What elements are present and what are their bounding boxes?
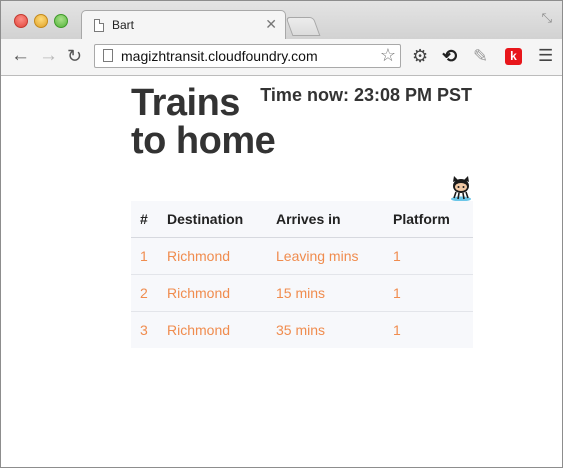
close-window-button[interactable] (14, 14, 28, 28)
tab-close-icon[interactable]: ✕ (265, 16, 277, 33)
table-row: 2 Richmond 15 mins 1 (131, 274, 473, 312)
header-platform: Platform (384, 201, 473, 238)
forward-button[interactable]: → (39, 45, 58, 67)
cell-number: 1 (131, 237, 158, 275)
table-row: 3 Richmond 35 mins 1 (131, 312, 473, 349)
reload-button[interactable]: ↻ (67, 45, 82, 67)
cell-number: 3 (140, 322, 148, 338)
page-icon (94, 19, 104, 32)
tab-title: Bart (112, 18, 135, 32)
header-arrives-in: Arrives in (267, 201, 384, 238)
page-content: Trains to home Time now: 23:08 PM PST # … (1, 76, 562, 467)
notepad-icon[interactable]: ✎ (473, 45, 488, 67)
cell-arrives-in: 35 mins (276, 322, 326, 338)
header-number: # (131, 201, 158, 238)
table-header-row: # Destination Arrives in Platform (131, 201, 473, 238)
tab-strip: Bart ✕ ⤡ (1, 1, 562, 40)
address-url[interactable]: magizhtransit.cloudfoundry.com (121, 48, 318, 64)
gear-icon[interactable]: ⚙ (412, 45, 428, 67)
zoom-window-button[interactable] (54, 14, 68, 28)
cell-destination[interactable]: Richmond (158, 274, 267, 312)
page-title-line2: to home (131, 120, 276, 162)
cell-platform: 1 (393, 322, 401, 338)
toolbar: ← → ↻ magizhtransit.cloudfoundry.com ☆ ⚙… (1, 39, 562, 76)
cell-destination[interactable]: Richmond (158, 237, 267, 275)
minimize-window-button[interactable] (34, 14, 48, 28)
cell-arrives-in: 15 mins (267, 274, 384, 312)
trains-table: # Destination Arrives in Platform 1 Rich… (131, 201, 473, 348)
cell-platform: 1 (384, 237, 473, 275)
browser-window: Bart ✕ ⤡ ← → ↻ magizhtransit.cloudfoundr… (0, 0, 563, 468)
current-time: Time now: 23:08 PM PST (260, 85, 472, 105)
new-tab-button[interactable] (285, 17, 321, 36)
cell-platform: 1 (384, 274, 473, 312)
cell-number: 2 (131, 274, 158, 312)
back-button[interactable]: ← (11, 45, 30, 67)
cell-arrives-in: Leaving mins (267, 237, 384, 275)
cell-destination[interactable]: Richmond (158, 312, 267, 349)
page-icon (103, 49, 113, 62)
octocat-icon[interactable] (448, 174, 474, 202)
page-title: Trains to home (131, 82, 276, 162)
header-destination: Destination (158, 201, 267, 238)
fullscreen-icon[interactable]: ⤡ (542, 10, 552, 26)
address-bar[interactable]: magizhtransit.cloudfoundry.com ☆ (94, 44, 401, 68)
page-title-line1: Trains (131, 82, 240, 124)
bookmark-star-icon[interactable]: ☆ (380, 45, 396, 66)
table-row: 1 Richmond Leaving mins 1 (131, 237, 473, 275)
sync-icon[interactable]: ⟲ (442, 45, 457, 67)
extension-k-icon[interactable]: k (505, 48, 522, 65)
menu-icon[interactable]: ☰ (538, 45, 553, 67)
tab-active[interactable]: Bart ✕ (81, 10, 286, 40)
